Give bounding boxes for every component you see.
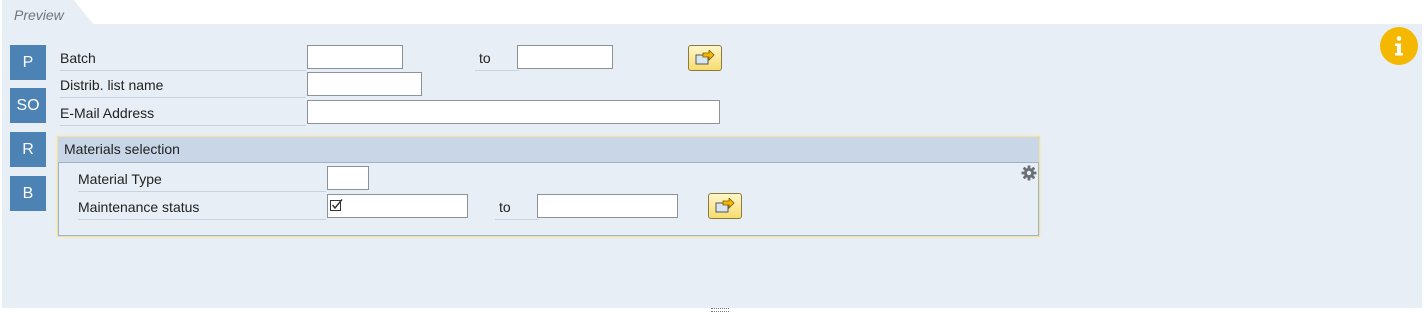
maintenance-status-to-input[interactable] <box>537 194 678 218</box>
distrib-list-label: Distrib. list name <box>60 73 306 98</box>
batch-to-label: to <box>475 46 519 71</box>
distrib-list-input[interactable] <box>307 72 422 96</box>
batch-multiple-selection-button[interactable] <box>688 45 722 71</box>
email-address-label: E-Mail Address <box>60 101 306 126</box>
batch-label: Batch <box>60 46 306 71</box>
checkbox-icon <box>330 199 343 211</box>
batch-from-input[interactable] <box>307 45 403 69</box>
gear-icon[interactable] <box>1020 164 1038 182</box>
side-button-r[interactable]: R <box>10 132 46 167</box>
batch-to-input[interactable] <box>517 45 613 69</box>
side-button-b[interactable]: B <box>10 176 46 211</box>
material-type-label: Material Type <box>78 167 326 192</box>
maintenance-status-label: Maintenance status <box>78 195 326 220</box>
maintenance-status-multiple-selection-button[interactable] <box>708 193 742 219</box>
multiple-selection-arrow-icon <box>695 50 715 65</box>
material-type-input[interactable] <box>327 166 369 190</box>
resize-grip[interactable] <box>711 308 729 312</box>
materials-selection-title: Materials selection <box>58 137 1039 163</box>
tab-preview-label: Preview <box>14 7 64 23</box>
side-button-so[interactable]: SO <box>10 88 46 123</box>
email-address-input[interactable] <box>307 100 720 124</box>
multiple-selection-arrow-icon <box>715 198 735 213</box>
maintenance-status-to-label: to <box>495 195 539 220</box>
maintenance-status-from-input[interactable] <box>327 194 468 218</box>
side-button-p[interactable]: P <box>10 45 46 80</box>
info-icon[interactable] <box>1380 27 1418 65</box>
